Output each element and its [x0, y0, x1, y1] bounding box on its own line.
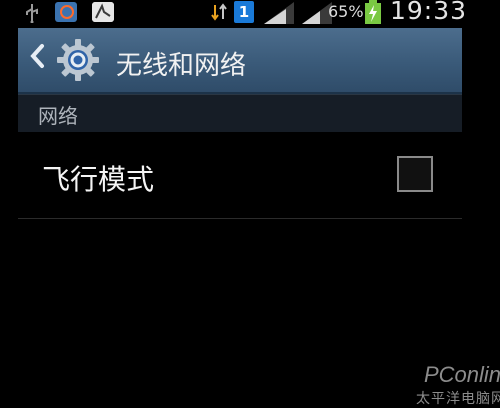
- watermark: PConline 太平洋电脑网: [400, 178, 500, 407]
- section-header: 网络: [18, 94, 462, 132]
- battery-charging-icon: [365, 0, 381, 24]
- notification-app-icon: [92, 2, 114, 22]
- watermark-logo: PConline: [424, 362, 500, 387]
- chevron-left-icon: [30, 44, 44, 68]
- section-title: 网络: [38, 104, 78, 128]
- action-bar: 无线和网络: [18, 28, 462, 94]
- watermark-subtitle: 太平洋电脑网: [416, 391, 500, 407]
- airplane-mode-row[interactable]: 飞行模式: [18, 140, 462, 220]
- page-title: 无线和网络: [116, 51, 247, 81]
- signal-icon: [264, 2, 294, 24]
- gear-icon: [57, 39, 99, 81]
- battery-percent: 65%: [328, 2, 364, 21]
- back-button[interactable]: [28, 42, 46, 77]
- sync-icon: [211, 3, 227, 21]
- notification-app-icon: [55, 2, 77, 22]
- divider: [18, 218, 462, 219]
- sim-icon: 1: [234, 1, 254, 23]
- clock: 19:33: [390, 0, 468, 25]
- usb-icon: [26, 4, 38, 23]
- status-bar: 1 65% 19:33: [0, 0, 500, 26]
- airplane-mode-label: 飞行模式: [42, 163, 155, 196]
